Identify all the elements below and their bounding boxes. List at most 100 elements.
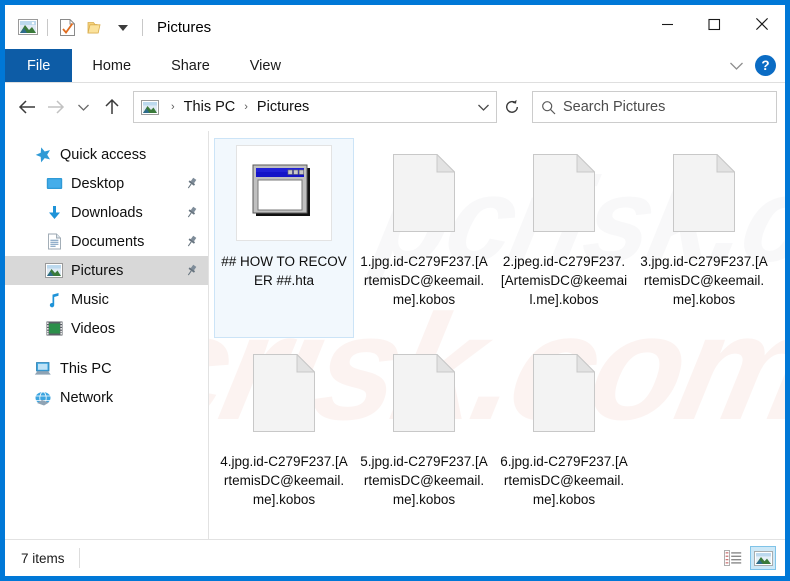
tab-file[interactable]: File xyxy=(5,49,73,82)
recent-locations-chevron-down-icon[interactable] xyxy=(69,92,97,122)
customize-dropdown-icon[interactable] xyxy=(109,13,137,41)
generic-file-icon xyxy=(376,145,472,241)
desktop-icon xyxy=(44,174,64,194)
file-tile-1[interactable]: 1.jpg.id-C279F237.[ArtemisDC@keemail.me]… xyxy=(354,138,494,338)
view-toggle-group xyxy=(720,546,776,570)
breadcrumb: › This PC › Pictures xyxy=(134,99,470,115)
sidebar-label-quick-access: Quick access xyxy=(60,146,147,163)
sidebar-item-quick-access[interactable]: Quick access xyxy=(5,140,208,169)
breadcrumb-separator-0: › xyxy=(171,101,175,113)
sidebar-label-music: Music xyxy=(71,291,109,308)
sidebar-gap-1 xyxy=(5,343,208,354)
sidebar-label-desktop: Desktop xyxy=(71,175,125,192)
tab-view[interactable]: View xyxy=(230,49,301,82)
file-name: 5.jpg.id-C279F237.[ArtemisDC@keemail.me]… xyxy=(360,454,488,507)
sidebar-label-downloads: Downloads xyxy=(71,204,143,221)
file-tile-3[interactable]: 3.jpg.id-C279F237.[ArtemisDC@keemail.me]… xyxy=(634,138,774,338)
expand-ribbon-chevron-down-icon[interactable] xyxy=(723,53,749,79)
status-bar: 7 items xyxy=(5,539,785,576)
search-placeholder: Search Pictures xyxy=(563,99,666,115)
pictures-folder-icon[interactable] xyxy=(14,13,42,41)
sidebar-item-music[interactable]: Music xyxy=(5,285,208,314)
close-button[interactable] xyxy=(738,5,785,43)
sidebar-item-pictures[interactable]: Pictures xyxy=(5,256,208,285)
file-tile-hta[interactable]: ## HOW TO RECOVER ##.hta xyxy=(214,138,354,338)
file-name: 3.jpg.id-C279F237.[ArtemisDC@keemail.me]… xyxy=(640,254,768,307)
pin-icon-downloads[interactable] xyxy=(184,206,198,220)
videos-icon xyxy=(44,319,64,339)
status-divider xyxy=(78,548,80,568)
navigation-bar: › This PC › Pictures Search Pictures xyxy=(5,83,785,131)
address-dropdown-chevron-down-icon[interactable] xyxy=(470,93,496,121)
pin-icon-desktop[interactable] xyxy=(184,177,198,191)
breadcrumb-pictures-folder-icon xyxy=(141,99,159,115)
navigation-pane: Quick access Desktop Downloads Documents… xyxy=(5,131,209,539)
minimize-button[interactable] xyxy=(644,5,691,43)
new-folder-icon[interactable] xyxy=(81,13,109,41)
breadcrumb-item-this-pc[interactable]: This PC xyxy=(181,99,239,115)
help-button[interactable]: ? xyxy=(755,55,776,76)
hta-application-icon xyxy=(236,145,332,241)
file-tile-4[interactable]: 4.jpg.id-C279F237.[ArtemisDC@keemail.me]… xyxy=(214,338,354,538)
file-name: 4.jpg.id-C279F237.[ArtemisDC@keemail.me]… xyxy=(220,454,348,507)
documents-icon xyxy=(44,232,64,252)
sidebar-label-network: Network xyxy=(60,389,114,406)
explorer-window: Pictures File Home Share View ? › This P… xyxy=(0,0,790,581)
sidebar-item-network[interactable]: Network xyxy=(5,383,208,412)
window-title: Pictures xyxy=(157,18,212,36)
address-bar[interactable]: › This PC › Pictures xyxy=(133,91,497,123)
sidebar-label-this-pc: This PC xyxy=(60,360,112,377)
ribbon-controls: ? xyxy=(723,49,779,82)
sidebar-item-videos[interactable]: Videos xyxy=(5,314,208,343)
pin-icon-documents[interactable] xyxy=(184,235,198,249)
generic-file-icon xyxy=(236,345,332,441)
sidebar-label-pictures: Pictures xyxy=(71,262,124,279)
tab-share[interactable]: Share xyxy=(151,49,230,82)
breadcrumb-separator-1: › xyxy=(244,101,248,113)
details-view-button[interactable] xyxy=(720,546,746,570)
sidebar-item-this-pc[interactable]: This PC xyxy=(5,354,208,383)
forward-arrow-icon[interactable] xyxy=(41,92,69,122)
music-icon xyxy=(44,290,64,310)
download-icon xyxy=(44,203,64,223)
explorer-body: Quick access Desktop Downloads Documents… xyxy=(5,131,785,539)
title-bar: Pictures xyxy=(5,5,785,49)
back-arrow-icon[interactable] xyxy=(13,92,41,122)
search-input[interactable]: Search Pictures xyxy=(532,91,777,123)
generic-file-icon xyxy=(376,345,472,441)
sidebar-label-videos: Videos xyxy=(71,320,116,337)
computer-icon xyxy=(33,359,53,379)
sidebar-item-downloads[interactable]: Downloads xyxy=(5,198,208,227)
network-icon xyxy=(33,388,53,408)
item-count-label: 7 items xyxy=(21,550,65,566)
breadcrumb-item-pictures[interactable]: Pictures xyxy=(254,99,312,115)
properties-icon[interactable] xyxy=(53,13,81,41)
file-name: 1.jpg.id-C279F237.[ArtemisDC@keemail.me]… xyxy=(360,254,488,307)
file-name: 2.jpeg.id-C279F237.[ArtemisDC@keemail.me… xyxy=(500,254,628,307)
file-tile-6[interactable]: 6.jpg.id-C279F237.[ArtemisDC@keemail.me]… xyxy=(494,338,634,538)
file-list-pane[interactable]: pcrisk.com pcrisk.com xyxy=(209,131,785,539)
maximize-button[interactable] xyxy=(691,5,738,43)
quick-access-toolbar: Pictures xyxy=(5,13,211,41)
tab-home[interactable]: Home xyxy=(72,49,151,82)
star-icon xyxy=(33,145,53,165)
generic-file-icon xyxy=(516,145,612,241)
window-controls xyxy=(644,5,785,43)
file-name: 6.jpg.id-C279F237.[ArtemisDC@keemail.me]… xyxy=(500,454,628,507)
toolbar-divider xyxy=(47,18,48,36)
file-name: ## HOW TO RECOVER ##.hta xyxy=(221,254,347,288)
file-tile-5[interactable]: 5.jpg.id-C279F237.[ArtemisDC@keemail.me]… xyxy=(354,338,494,538)
generic-file-icon xyxy=(656,145,752,241)
sidebar-item-documents[interactable]: Documents xyxy=(5,227,208,256)
large-icons-view-button[interactable] xyxy=(750,546,776,570)
file-tile-2[interactable]: 2.jpeg.id-C279F237.[ArtemisDC@keemail.me… xyxy=(494,138,634,338)
pin-icon-pictures[interactable] xyxy=(184,264,198,278)
sidebar-item-desktop[interactable]: Desktop xyxy=(5,169,208,198)
generic-file-icon xyxy=(516,345,612,441)
up-arrow-icon[interactable] xyxy=(97,92,127,122)
sidebar-label-documents: Documents xyxy=(71,233,145,250)
file-grid: ## HOW TO RECOVER ##.hta 1.jpg.id-C279F2… xyxy=(209,131,785,538)
refresh-icon[interactable] xyxy=(497,92,527,122)
search-icon xyxy=(533,100,563,115)
ribbon-tab-strip: File Home Share View ? xyxy=(5,49,785,83)
